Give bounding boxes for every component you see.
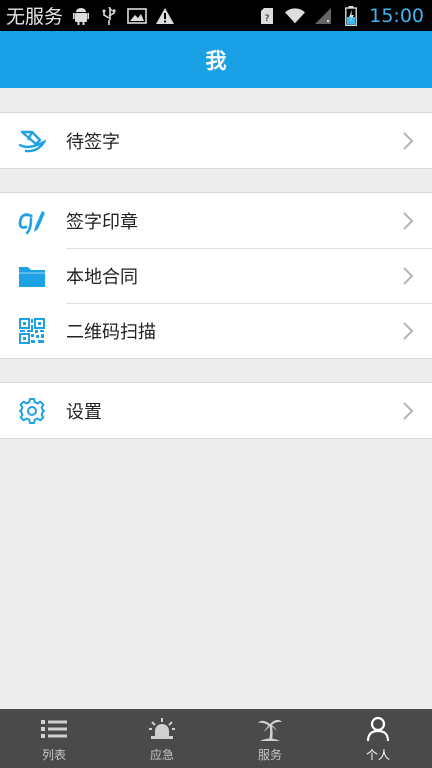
- wifi-icon: [285, 6, 306, 26]
- nav-tab-personal[interactable]: 个人: [324, 709, 432, 768]
- android-icon: [71, 6, 91, 26]
- menu-item-label: 设置: [66, 401, 102, 423]
- menu-group-1: 待签字: [0, 112, 432, 169]
- image-icon: [127, 6, 147, 26]
- signal-icon: [313, 6, 333, 26]
- menu-item-settings[interactable]: 设置: [0, 383, 432, 438]
- chevron-right-icon: [402, 321, 414, 341]
- menu-item-label: 二维码扫描: [66, 321, 156, 343]
- nav-tab-emergency[interactable]: 应急: [108, 709, 216, 768]
- svg-text:?: ?: [265, 14, 270, 24]
- menu-item-qr-scan[interactable]: 二维码扫描: [0, 303, 432, 358]
- nav-tab-label: 应急: [149, 747, 174, 762]
- gear-icon: [17, 396, 47, 426]
- signature-icon: [17, 206, 47, 236]
- chevron-right-icon: [402, 266, 414, 286]
- warning-icon: [155, 6, 175, 26]
- menu-item-label: 本地合同: [66, 266, 138, 288]
- nav-tab-service[interactable]: 服务: [216, 709, 324, 768]
- battery-icon: [341, 5, 361, 26]
- chevron-right-icon: [402, 401, 414, 421]
- list-icon: [39, 715, 69, 743]
- nav-tab-label: 列表: [41, 747, 66, 762]
- nav-tab-label: 个人: [365, 747, 390, 762]
- person-icon: [363, 715, 393, 743]
- menu-item-local-contract[interactable]: 本地合同: [0, 248, 432, 303]
- usb-icon: [99, 6, 119, 26]
- menu-item-pending-sign[interactable]: 待签字: [0, 113, 432, 168]
- menu-item-signature-seal[interactable]: 签字印章: [0, 193, 432, 248]
- folder-icon: [17, 261, 47, 291]
- app-bar: 我: [0, 31, 432, 88]
- chevron-right-icon: [402, 131, 414, 151]
- page-title: 我: [205, 48, 227, 73]
- menu-item-label: 待签字: [66, 131, 120, 153]
- qrcode-icon: [17, 316, 47, 346]
- nav-tab-list[interactable]: 列表: [0, 709, 108, 768]
- status-bar: 无服务 ? 15:00: [0, 0, 432, 31]
- palm-tree-icon: [255, 715, 285, 743]
- clock-time: 15:00: [369, 4, 424, 27]
- menu-item-label: 签字印章: [66, 211, 138, 233]
- menu-group-3: 设置: [0, 382, 432, 439]
- status-bar-left: 无服务: [6, 2, 175, 29]
- chevron-right-icon: [402, 211, 414, 231]
- carrier-text: 无服务: [6, 6, 64, 28]
- nav-tab-label: 服务: [257, 747, 282, 762]
- sim-icon: ?: [257, 6, 277, 26]
- status-bar-right: ? 15:00: [257, 5, 424, 27]
- alarm-icon: [147, 715, 177, 743]
- pen-sign-icon: [17, 126, 47, 156]
- menu-group-2: 签字印章 本地合同 二维码扫描: [0, 192, 432, 359]
- bottom-nav: 列表 应急 服务 个人: [0, 709, 432, 768]
